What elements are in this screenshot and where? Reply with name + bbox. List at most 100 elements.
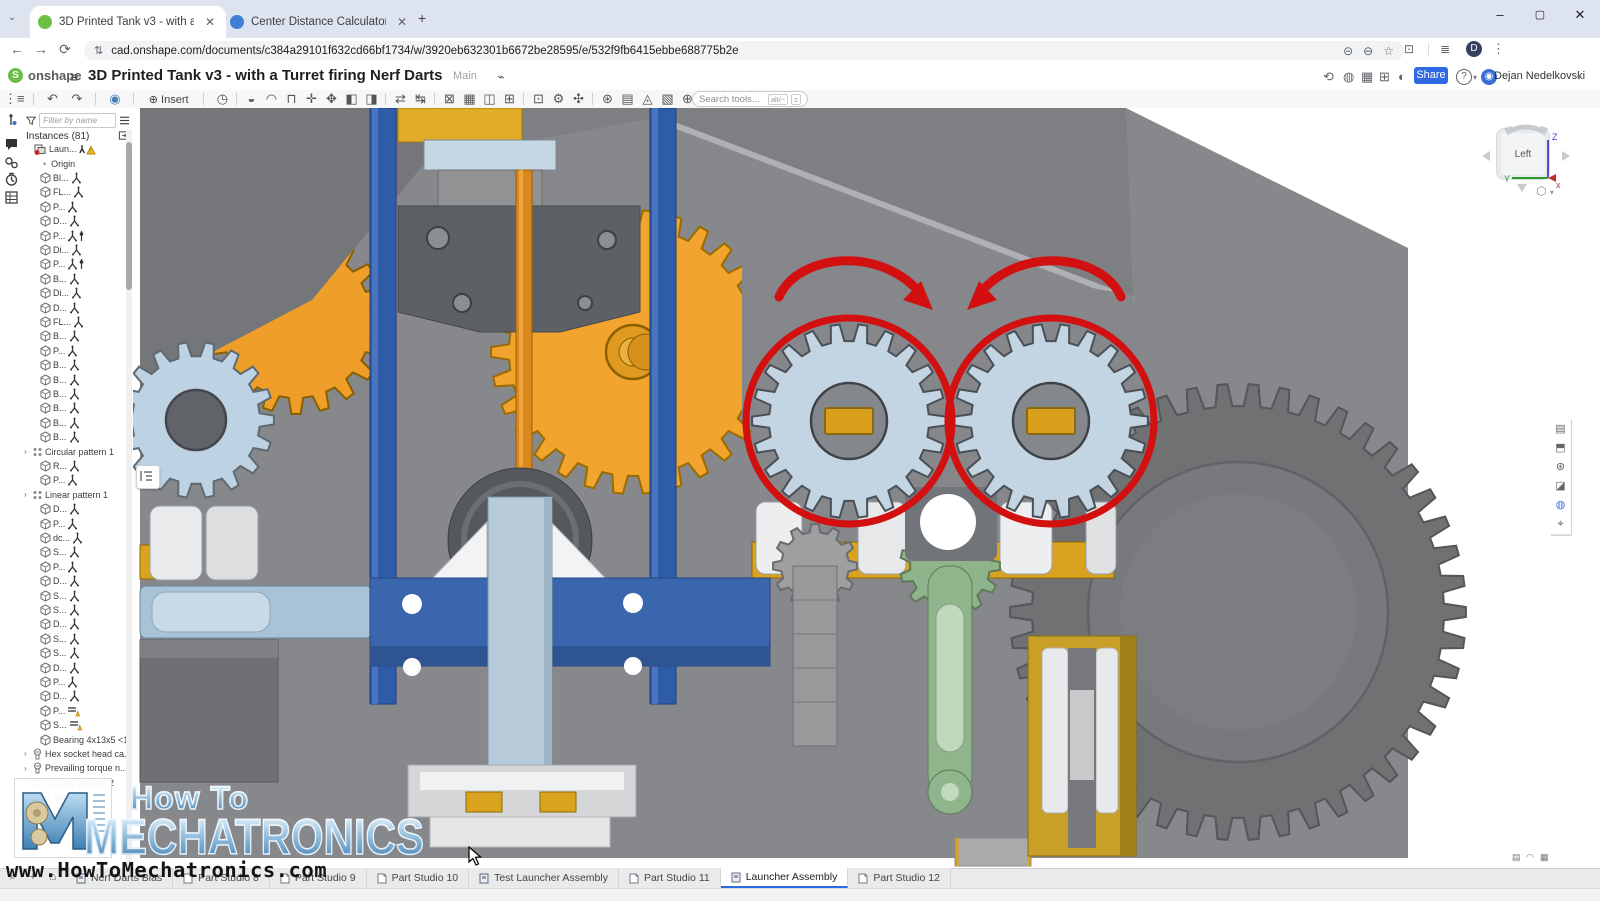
element-tab[interactable]: Part Studio 10 [367, 868, 470, 888]
bom-panel-icon[interactable]: ▤ [1551, 420, 1570, 440]
instance-row[interactable]: ›Linear pattern 1 [24, 488, 110, 502]
instance-row[interactable]: B... [40, 358, 80, 372]
list-options-icon[interactable] [119, 115, 130, 126]
help-icon[interactable]: ? [1456, 69, 1472, 85]
instance-row[interactable]: S... [40, 646, 80, 660]
help-caret-icon[interactable]: ▾ [1473, 73, 1477, 82]
reference-manager-icon[interactable]: ▦ [1361, 69, 1373, 85]
expand-chevron-icon[interactable]: › [24, 749, 32, 758]
instance-row[interactable]: S... [40, 718, 82, 732]
sync-icon[interactable]: ◉ [105, 90, 125, 108]
toolbar-tool-icon[interactable]: ⊡ [528, 90, 548, 108]
toolbar-tool-icon[interactable]: ◫ [479, 90, 499, 108]
instance-row[interactable]: R... [40, 459, 80, 473]
window-close-button[interactable]: ✕ [1560, 0, 1600, 30]
window-minimize-button[interactable]: – [1480, 0, 1520, 30]
instance-row[interactable]: B... [40, 329, 80, 343]
toolbar-tool-icon[interactable]: ⚙ [548, 90, 568, 108]
instance-row[interactable]: P... [40, 473, 78, 487]
instance-row[interactable]: dc... [40, 531, 83, 545]
instance-row[interactable]: B... [40, 372, 80, 386]
instance-row[interactable]: B... [40, 387, 80, 401]
viewport[interactable] [133, 108, 1600, 868]
instance-row[interactable]: Bearing 4x13x5 <1> [40, 732, 126, 746]
toolbar-tool-icon[interactable]: ◬ [637, 90, 657, 108]
toolbar-tool-icon[interactable]: ◠ [261, 90, 281, 108]
element-tab[interactable]: Part Studio 11 [619, 868, 721, 888]
panel-toggle-button[interactable] [136, 465, 160, 489]
toolbar-tool-icon[interactable]: ⊠ [439, 90, 459, 108]
toolbar-tool-icon[interactable]: ◨ [361, 90, 381, 108]
instance-row[interactable]: B... [40, 416, 80, 430]
instance-row[interactable]: D... [40, 214, 80, 228]
instance-row[interactable]: D... [40, 502, 80, 516]
reading-list-icon[interactable]: ≣ [1440, 42, 1450, 56]
instance-row[interactable]: Di... [40, 243, 82, 257]
bookmark-star-icon[interactable]: ☆ [1383, 44, 1394, 58]
browser-profile-avatar[interactable]: D [1466, 41, 1482, 57]
instance-row[interactable]: S... [40, 632, 80, 646]
instance-row[interactable]: P... [40, 344, 78, 358]
user-menu-caret-icon[interactable]: ▾ [1577, 73, 1581, 82]
instance-row[interactable]: D... [40, 617, 80, 631]
element-tab[interactable]: Part Studio 12 [848, 868, 951, 888]
instance-row[interactable]: S... [40, 545, 80, 559]
filter-input[interactable]: Filter by name [39, 113, 116, 128]
toolbar-tool-icon[interactable]: ⊞ [499, 90, 519, 108]
instance-row[interactable]: Bl... [40, 171, 82, 185]
view-cube-menu-icon[interactable]: ⬡ ▾ [1536, 184, 1554, 198]
instance-row[interactable]: •Origin [40, 156, 77, 170]
viewport-canvas[interactable] [133, 108, 1600, 868]
search-tools-input[interactable]: Search tools... alt/~ c [692, 91, 808, 107]
undo-button[interactable]: ↶ [43, 90, 63, 108]
mate-connector-rail-icon[interactable] [4, 112, 19, 127]
instance-row[interactable]: B... [40, 430, 80, 444]
expand-chevron-icon[interactable]: › [24, 490, 32, 499]
bom-table-rail-icon[interactable] [4, 190, 19, 205]
instance-row[interactable]: D... [40, 574, 80, 588]
toolbar-tool-icon[interactable]: ↹ [410, 90, 430, 108]
element-tab[interactable]: Test Launcher Assembly [469, 868, 619, 888]
browser-tab-inactive[interactable]: Center Distance Calculator | Ev ✕ [222, 6, 418, 38]
tab-close-icon[interactable]: ✕ [394, 14, 410, 30]
instance-row[interactable]: D... [40, 300, 80, 314]
toolbar-tool-icon[interactable]: ◷ [212, 90, 232, 108]
reload-button[interactable]: ⟳ [54, 41, 76, 58]
instance-row[interactable]: FL... [40, 315, 84, 329]
comments-rail-icon[interactable] [4, 137, 19, 152]
share-button[interactable]: Share [1414, 67, 1448, 84]
workspace-label[interactable]: Main [453, 70, 477, 82]
instance-row[interactable]: FL... [40, 185, 84, 199]
site-settings-icon[interactable]: ⇅ [94, 44, 103, 57]
zoom-icon[interactable]: ⊖ [1363, 44, 1373, 58]
instance-row[interactable]: ›Hex socket head ca... [24, 747, 126, 761]
isolate-icon[interactable]: ⌖ [1551, 515, 1570, 535]
instance-row[interactable]: B... [40, 401, 80, 415]
instance-row[interactable]: P... [40, 704, 80, 718]
instance-row[interactable]: P... [40, 200, 78, 214]
appearance-globe-icon[interactable]: ◍ [1551, 496, 1570, 516]
toolbar-tool-icon[interactable]: ✣ [568, 90, 588, 108]
toolbar-tool-icon[interactable]: ✛ [301, 90, 321, 108]
toolbar-tool-icon[interactable]: ▤ [617, 90, 637, 108]
tab-search-chevron-icon[interactable]: ⌄ [8, 12, 16, 23]
instance-row[interactable]: ›Circular pattern 1 [24, 444, 116, 458]
language-globe-icon[interactable]: ◐ [1398, 69, 1406, 84]
history-rail-icon[interactable] [4, 172, 19, 187]
filter-funnel-icon[interactable] [26, 115, 36, 126]
extensions-icon[interactable]: ⊡ [1404, 42, 1414, 56]
instance-row[interactable]: D... [40, 689, 80, 703]
document-link-icon[interactable]: ⌁ [497, 69, 505, 85]
history-icon[interactable]: ⟲ [1323, 69, 1334, 85]
instance-row[interactable]: D... [40, 660, 80, 674]
instance-row[interactable]: Di... [40, 286, 82, 300]
address-bar[interactable]: ⇅ cad.onshape.com/documents/c384a29101f6… [84, 41, 1404, 60]
toolbar-tool-icon[interactable]: ◒ [241, 90, 261, 108]
panel-scrollbar-thumb[interactable] [126, 142, 132, 290]
toolbar-tool-icon[interactable]: ⊓ [281, 90, 301, 108]
notifications-bell-icon[interactable]: ◍ [1343, 69, 1354, 85]
instance-row[interactable]: Laun...! [34, 142, 99, 156]
named-positions-icon[interactable]: ⊛ [1551, 458, 1570, 478]
print-icon[interactable]: ▤ [1512, 852, 1521, 863]
instance-row[interactable]: S... [40, 588, 80, 602]
